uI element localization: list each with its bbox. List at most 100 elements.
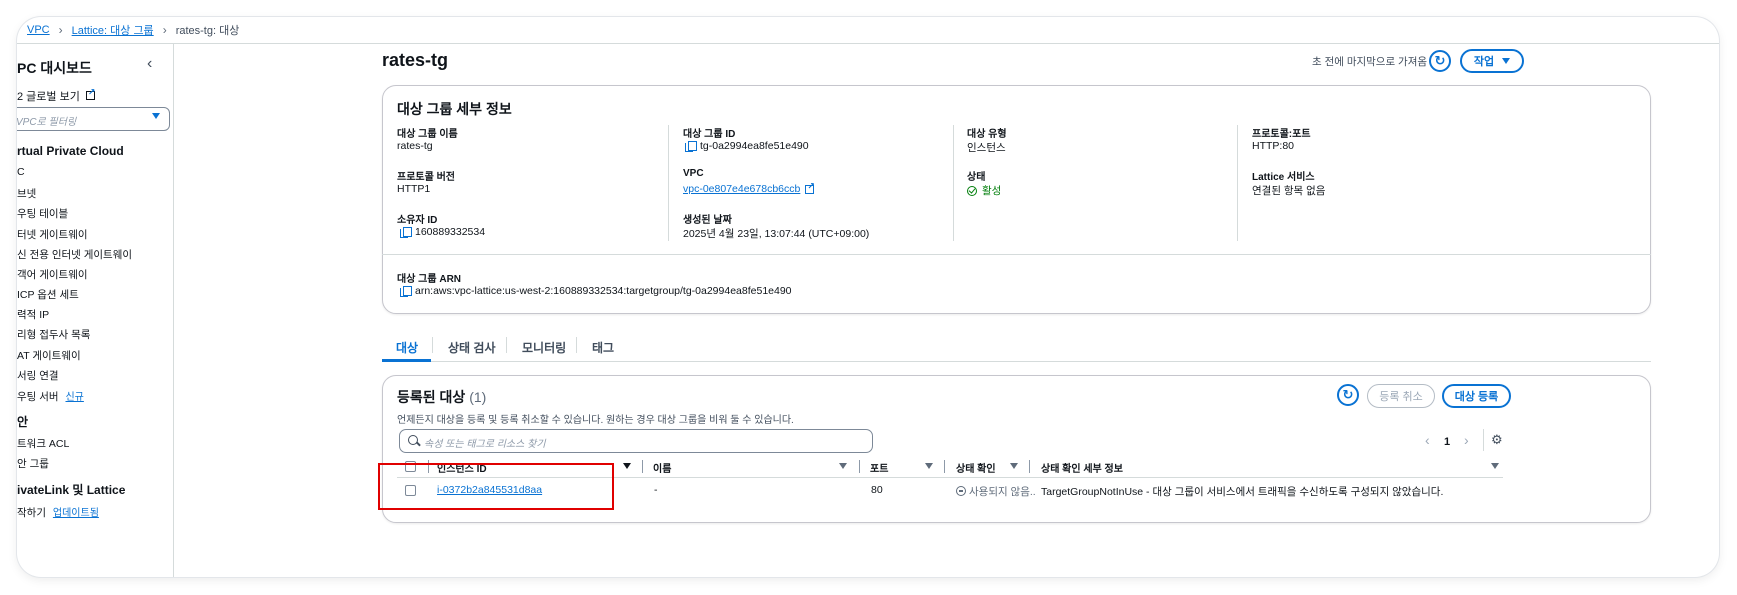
pagination-next-icon[interactable]: › [1464,432,1469,448]
tab-monitoring[interactable]: 모니터링 [522,327,566,362]
search-placeholder: 속성 또는 태그로 리소스 찾기 [424,439,546,450]
column-header-port[interactable]: 포트 [870,460,888,475]
health-status: 사용되지 않음.. [956,484,1036,499]
protocol-port-label: 프로토콜:포트 [1252,129,1311,140]
protocol-version-label: 프로토콜 버전 [397,172,455,183]
new-badge: 신규 [65,392,84,403]
column-divider [1237,125,1238,241]
external-link-icon [805,181,815,194]
sidebar-item-getting-started[interactable]: 작하기 업데이트됨 [17,504,99,520]
sidebar-section-vpc[interactable]: rtual Private Cloud [17,144,124,158]
sort-caret-icon[interactable] [1491,463,1499,469]
column-header-health-details[interactable]: 상태 확인 세부 정보 [1041,460,1123,475]
sidebar-item-vpc[interactable]: C [17,166,25,178]
tab-bar: 대상 상태 검사 모니터링 태그 [382,327,1651,362]
breadcrumb-target-groups-link[interactable]: Lattice: 대상 그룹 [72,22,154,38]
column-header-health-status[interactable]: 상태 확인 [956,460,996,475]
sort-caret-icon[interactable] [925,463,933,469]
tab-health-checks[interactable]: 상태 검사 [448,327,496,362]
tab-targets[interactable]: 대상 [382,327,431,362]
owner-id-text: 160889332534 [415,226,486,238]
sidebar-item-prefix-lists[interactable]: 리형 접두사 목록 [17,327,90,342]
pagination-page[interactable]: 1 [1444,436,1450,448]
sidebar-item-security-groups[interactable]: 안 그룹 [17,456,49,471]
register-targets-label: 대상 등록 [1454,391,1499,403]
target-search-input[interactable]: 속성 또는 태그로 리소스 찾기 [399,429,873,453]
copy-icon[interactable] [400,226,412,238]
chevron-left-icon[interactable]: ‹ [147,55,152,73]
sidebar-global-view[interactable]: 2 글로벌 보기 [17,87,95,104]
breadcrumb-current: rates-tg: 대상 [175,25,240,37]
refresh-icon: ↻ [1434,53,1446,68]
targets-refresh-button[interactable]: ↻ [1337,384,1359,406]
sort-caret-icon[interactable] [623,463,631,469]
copy-icon[interactable] [400,285,412,297]
sidebar-item-elastic-ips[interactable]: 력적 IP [17,307,49,322]
pagination-prev-icon[interactable]: ‹ [1425,432,1430,448]
deregister-button[interactable]: 등록 취소 [1367,384,1435,408]
sidebar-item-nat-gateways[interactable]: AT 게이트웨이 [17,348,81,363]
created-label: 생성된 날짜 [683,215,732,226]
details-title: 대상 그룹 세부 정보 [397,101,512,117]
tab-tags[interactable]: 태그 [592,327,614,362]
sidebar-item-getting-started-label: 작하기 [17,507,46,519]
status-not-in-use-icon [956,486,966,496]
sort-caret-icon[interactable] [1010,463,1018,469]
target-group-details-panel [382,85,1651,314]
name-label: 대상 그룹 이름 [397,129,458,140]
breadcrumb: VPC › Lattice: 대상 그룹 › rates-tg: 대상 [17,17,1719,44]
sidebar-section-privatelink[interactable]: ivateLink 및 Lattice [17,481,125,498]
lattice-service-label: Lattice 서비스 [1252,172,1315,183]
refresh-button[interactable]: ↻ [1429,50,1451,72]
sidebar-section-security[interactable]: 안 [17,413,28,430]
actions-button[interactable]: 작업 [1460,49,1524,73]
sidebar-item-carrier-gateways[interactable]: 객어 게이트웨이 [17,267,88,282]
sidebar-item-route-tables[interactable]: 우팅 테이블 [17,206,68,221]
sidebar-item-peering[interactable]: 서링 연결 [17,368,59,383]
browser-frame: VPC › Lattice: 대상 그룹 › rates-tg: 대상 PC 대… [17,17,1719,577]
vpc-link[interactable]: vpc-0e807e4e678cb6ccb [683,181,815,196]
type-label: 대상 유형 [967,129,1007,140]
external-link-icon [85,87,95,100]
name-value: rates-tg [397,140,433,152]
page-title: rates-tg [382,50,449,70]
column-divider [668,125,669,241]
vpc-filter-select[interactable]: VPC로 필터링 [17,107,170,131]
section-divider [382,254,1651,255]
sidebar-item-route-servers[interactable]: 우팅 서버 신규 [17,388,84,404]
id-value-text: tg-0a2994ea8fe51e490 [700,140,809,152]
updated-badge: 업데이트됨 [52,508,99,519]
id-value: tg-0a2994ea8fe51e490 [685,140,809,152]
sidebar-item-dhcp-options[interactable]: ICP 옵션 세트 [17,287,79,302]
pagination-divider [1483,429,1484,451]
vpc-filter-placeholder: VPC로 필터링 [17,117,77,128]
sidebar-item-egress-only-gateways[interactable]: 신 전용 인터넷 게이트웨이 [17,247,132,262]
caret-down-icon [1502,58,1511,64]
column-divider [953,125,954,241]
column-header-name[interactable]: 이름 [653,460,671,475]
actions-button-label: 작업 [1473,56,1495,68]
targets-title-text: 등록된 대상 [397,389,466,405]
copy-icon[interactable] [685,140,697,152]
last-refreshed-text: 초 전에 마지막으로 가져옴 [1312,56,1428,68]
targets-description: 언제든지 대상을 등록 및 등록 취소할 수 있습니다. 원하는 경우 대상 그… [397,415,794,426]
sidebar: PC 대시보드 ‹ 2 글로벌 보기 VPC로 필터링 rtual Privat… [17,44,174,577]
highlight-box [378,463,614,510]
column-divider [1029,460,1030,473]
sort-caret-icon[interactable] [839,463,847,469]
sidebar-item-network-acls[interactable]: 트워크 ACL [17,436,69,451]
breadcrumb-vpc-link[interactable]: VPC [27,24,50,36]
instance-port: 80 [871,484,883,496]
sidebar-item-subnets[interactable]: 브넷 [17,186,36,201]
id-label: 대상 그룹 ID [683,129,736,140]
tab-divider [576,337,577,353]
sidebar-title[interactable]: PC 대시보드 [17,58,92,78]
caret-down-icon [152,113,160,119]
owner-id-value: 160889332534 [400,226,485,238]
targets-title: 등록된 대상 (1) [397,387,486,407]
settings-gear-icon[interactable]: ⚙ [1491,432,1503,448]
sidebar-item-internet-gateways[interactable]: 터넷 게이트웨이 [17,227,88,242]
register-targets-button[interactable]: 대상 등록 [1442,384,1511,408]
column-divider [944,460,945,473]
arn-text: arn:aws:vpc-lattice:us-west-2:1608893325… [415,285,792,297]
